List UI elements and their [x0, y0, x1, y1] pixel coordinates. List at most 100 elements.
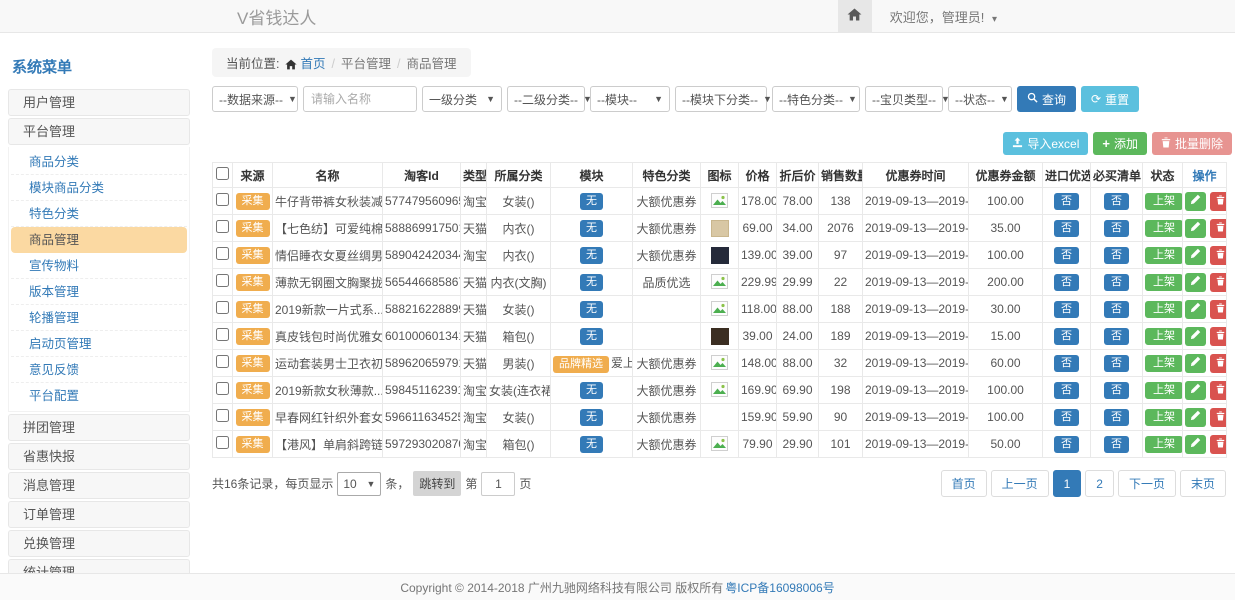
edit-button[interactable] [1185, 354, 1206, 373]
select-all-checkbox[interactable] [216, 167, 229, 180]
import-select-toggle[interactable]: 否 [1054, 328, 1079, 345]
status-toggle[interactable]: 上架 [1145, 247, 1183, 264]
import-select-toggle[interactable]: 否 [1054, 247, 1079, 264]
edit-button[interactable] [1185, 408, 1206, 427]
sidebar-item-user-mgmt[interactable]: 用户管理 [8, 89, 190, 116]
edit-button[interactable] [1185, 219, 1206, 238]
must-buy-toggle[interactable]: 否 [1104, 409, 1129, 426]
must-buy-toggle[interactable]: 否 [1104, 436, 1129, 453]
sidebar-subitem[interactable]: 特色分类 [11, 201, 187, 227]
filter-level2-category-select[interactable]: --二级分类--▼ [507, 86, 585, 112]
status-toggle[interactable]: 上架 [1145, 301, 1183, 318]
filter-module-select[interactable]: --模块--▼ [590, 86, 670, 112]
filter-module-sub-select[interactable]: --模块下分类--▼ [675, 86, 767, 112]
filter-level1-category-select[interactable]: 一级分类▼ [422, 86, 502, 112]
status-toggle[interactable]: 上架 [1145, 355, 1183, 372]
delete-button[interactable] [1210, 354, 1227, 373]
must-buy-toggle[interactable]: 否 [1104, 274, 1129, 291]
sidebar-subitem[interactable]: 意见反馈 [11, 357, 187, 383]
import-select-toggle[interactable]: 否 [1054, 355, 1079, 372]
row-checkbox[interactable] [216, 193, 229, 206]
must-buy-toggle[interactable]: 否 [1104, 328, 1129, 345]
row-checkbox[interactable] [216, 409, 229, 422]
edit-button[interactable] [1185, 192, 1206, 211]
row-checkbox[interactable] [216, 220, 229, 233]
search-button[interactable]: 查询 [1017, 86, 1076, 112]
edit-button[interactable] [1185, 300, 1206, 319]
sidebar-item[interactable]: 省惠快报 [8, 443, 190, 470]
batch-delete-button[interactable]: 批量删除 [1152, 132, 1232, 155]
filter-item-type-select[interactable]: --宝贝类型--▼ [865, 86, 943, 112]
filter-data-source-select[interactable]: --数据来源--▼ [212, 86, 298, 112]
row-checkbox[interactable] [216, 247, 229, 260]
sidebar-subitem[interactable]: 模块商品分类 [11, 175, 187, 201]
row-checkbox[interactable] [216, 301, 229, 314]
edit-button[interactable] [1185, 381, 1206, 400]
import-select-toggle[interactable]: 否 [1054, 220, 1079, 237]
must-buy-toggle[interactable]: 否 [1104, 382, 1129, 399]
edit-button[interactable] [1185, 246, 1206, 265]
jump-page-input[interactable] [481, 472, 515, 496]
sidebar-item[interactable]: 订单管理 [8, 501, 190, 528]
page-button[interactable]: 1 [1053, 470, 1082, 497]
delete-button[interactable] [1210, 273, 1227, 292]
status-toggle[interactable]: 上架 [1145, 220, 1183, 237]
delete-button[interactable] [1210, 300, 1227, 319]
import-select-toggle[interactable]: 否 [1054, 274, 1079, 291]
row-checkbox[interactable] [216, 355, 229, 368]
delete-button[interactable] [1210, 192, 1227, 211]
page-button[interactable]: 2 [1085, 470, 1114, 497]
jump-button[interactable]: 跳转到 [413, 471, 461, 496]
page-last-button[interactable]: 末页 [1180, 470, 1226, 497]
sidebar-subitem[interactable]: 轮播管理 [11, 305, 187, 331]
sidebar-subitem[interactable]: 商品管理 [11, 227, 187, 253]
home-button[interactable] [838, 0, 872, 32]
page-size-select[interactable]: 10▼ [337, 472, 381, 496]
must-buy-toggle[interactable]: 否 [1104, 193, 1129, 210]
sidebar-subitem[interactable]: 平台配置 [11, 383, 187, 409]
row-checkbox[interactable] [216, 382, 229, 395]
page-first-button[interactable]: 首页 [941, 470, 987, 497]
delete-button[interactable] [1210, 381, 1227, 400]
must-buy-toggle[interactable]: 否 [1104, 220, 1129, 237]
page-next-button[interactable]: 下一页 [1118, 470, 1176, 497]
must-buy-toggle[interactable]: 否 [1104, 301, 1129, 318]
user-menu[interactable]: 欢迎您，管理员! ▾ [890, 7, 997, 26]
sidebar-subitem[interactable]: 版本管理 [11, 279, 187, 305]
import-select-toggle[interactable]: 否 [1054, 436, 1079, 453]
add-button[interactable]: +添加 [1093, 132, 1147, 155]
import-select-toggle[interactable]: 否 [1054, 301, 1079, 318]
filter-status-select[interactable]: --状态--▼ [948, 86, 1012, 112]
sidebar-item[interactable]: 拼团管理 [8, 414, 190, 441]
edit-button[interactable] [1185, 327, 1206, 346]
row-checkbox[interactable] [216, 436, 229, 449]
import-select-toggle[interactable]: 否 [1054, 409, 1079, 426]
row-checkbox[interactable] [216, 274, 229, 287]
sidebar-item[interactable]: 兑换管理 [8, 530, 190, 557]
reset-button[interactable]: ⟳重置 [1081, 86, 1139, 112]
page-prev-button[interactable]: 上一页 [991, 470, 1049, 497]
delete-button[interactable] [1210, 327, 1227, 346]
sidebar-subitem[interactable]: 商品分类 [11, 149, 187, 175]
status-toggle[interactable]: 上架 [1145, 328, 1183, 345]
edit-button[interactable] [1185, 435, 1206, 454]
status-toggle[interactable]: 上架 [1145, 436, 1183, 453]
name-search-input[interactable] [303, 86, 417, 112]
delete-button[interactable] [1210, 408, 1227, 427]
delete-button[interactable] [1210, 435, 1227, 454]
import-select-toggle[interactable]: 否 [1054, 193, 1079, 210]
sidebar-item-platform-mgmt[interactable]: 平台管理 [8, 118, 190, 145]
filter-feature-category-select[interactable]: --特色分类--▼ [772, 86, 860, 112]
breadcrumb-home-link[interactable]: 首页 [300, 57, 325, 71]
delete-button[interactable] [1210, 246, 1227, 265]
import-excel-button[interactable]: 导入excel [1003, 132, 1088, 155]
must-buy-toggle[interactable]: 否 [1104, 355, 1129, 372]
delete-button[interactable] [1210, 219, 1227, 238]
import-select-toggle[interactable]: 否 [1054, 382, 1079, 399]
row-checkbox[interactable] [216, 328, 229, 341]
sidebar-subitem[interactable]: 启动页管理 [11, 331, 187, 357]
status-toggle[interactable]: 上架 [1145, 193, 1183, 210]
sidebar-subitem[interactable]: 宣传物料 [11, 253, 187, 279]
status-toggle[interactable]: 上架 [1145, 409, 1183, 426]
must-buy-toggle[interactable]: 否 [1104, 247, 1129, 264]
